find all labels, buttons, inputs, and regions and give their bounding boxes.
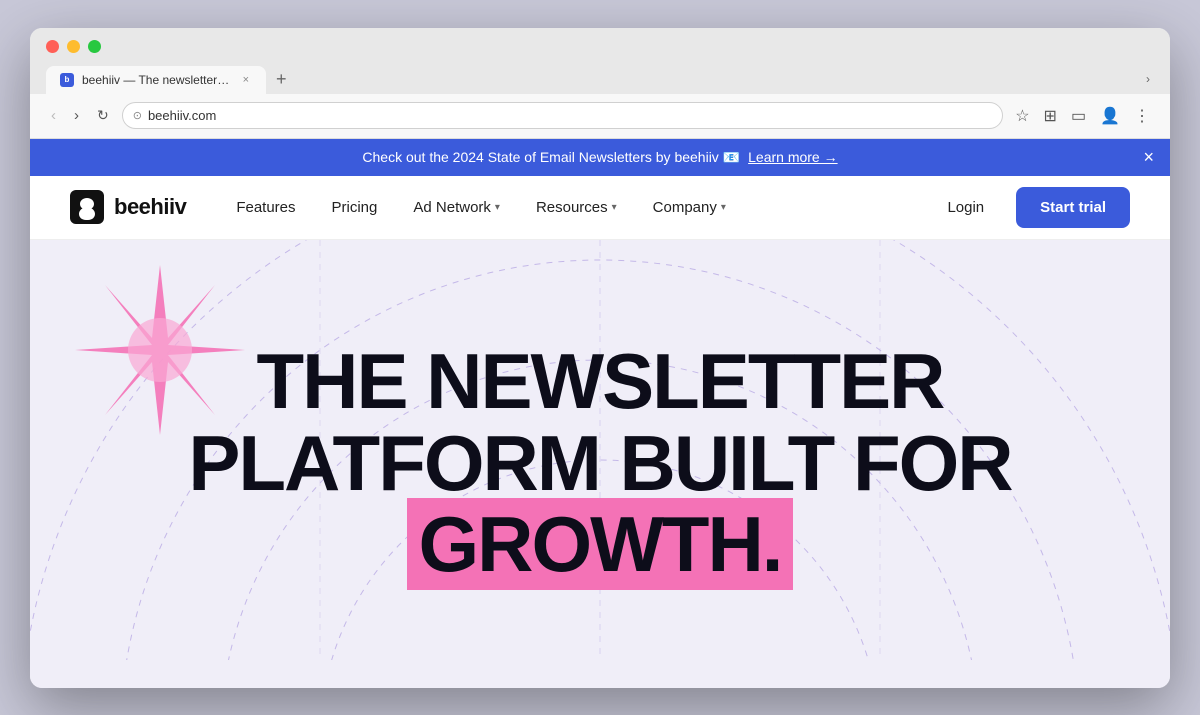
hero-headline: THE NEWSLETTER PLATFORM BUILT FOR GROWTH… [188,341,1011,587]
menu-button[interactable]: ⋮ [1130,102,1154,130]
title-bar: b beehiiv — The newsletter pla… × + › [30,28,1170,94]
browser-window: b beehiiv — The newsletter pla… × + › ‹ … [30,28,1170,688]
main-nav: beehiiv Features Pricing Ad Network ▾ Re… [30,176,1170,240]
tab-title: beehiiv — The newsletter pla… [82,73,232,87]
close-window-button[interactable] [46,40,59,53]
banner-link[interactable]: Learn more → [748,149,837,165]
hero-line1: THE NEWSLETTER [188,341,1011,423]
back-button[interactable]: ‹ [46,104,61,127]
nav-company[interactable]: Company ▾ [635,175,744,239]
hero-section: THE NEWSLETTER PLATFORM BUILT FOR GROWTH… [30,240,1170,688]
bookmark-button[interactable]: ☆ [1011,102,1033,130]
adnetwork-dropdown-arrow: ▾ [495,202,500,213]
logo-text: beehiiv [114,194,186,220]
nav-pricing[interactable]: Pricing [314,175,396,239]
traffic-lights [46,40,1154,53]
active-tab[interactable]: b beehiiv — The newsletter pla… × [46,66,266,94]
new-tab-button[interactable]: + [268,65,295,94]
tab-favicon-icon: b [60,73,74,87]
resources-dropdown-arrow: ▾ [612,202,617,213]
hero-line3: GROWTH. [188,504,1011,586]
tab-close-button[interactable]: × [240,73,252,87]
address-bar-row: ‹ › ↻ ⊙ beehiiv.com ☆ ⊞ ▭ 👤 ⋮ [30,94,1170,139]
tabs-expand-button[interactable]: › [1142,68,1154,90]
address-text: beehiiv.com [148,108,216,123]
lock-icon: ⊙ [133,109,142,122]
maximize-window-button[interactable] [88,40,101,53]
beehiiv-logo-icon [70,190,104,224]
extensions-button[interactable]: ⊞ [1040,102,1061,130]
start-trial-button[interactable]: Start trial [1016,187,1130,228]
nav-resources[interactable]: Resources ▾ [518,175,635,239]
profile-button[interactable]: 👤 [1096,102,1124,130]
nav-features[interactable]: Features [218,175,313,239]
website-content: Check out the 2024 State of Email Newsle… [30,139,1170,688]
banner-close-button[interactable]: × [1143,148,1154,166]
sidebar-button[interactable]: ▭ [1067,102,1090,130]
minimize-window-button[interactable] [67,40,80,53]
hero-line2: PLATFORM BUILT FOR [188,423,1011,505]
toolbar-icons: ☆ ⊞ ▭ 👤 ⋮ [1011,102,1154,130]
nav-actions: Login Start trial [931,187,1130,228]
nav-adnetwork[interactable]: Ad Network ▾ [395,175,518,239]
hero-content: THE NEWSLETTER PLATFORM BUILT FOR GROWTH… [168,321,1031,607]
address-field[interactable]: ⊙ beehiiv.com [122,102,1003,129]
login-button[interactable]: Login [931,191,1000,224]
hero-highlight: GROWTH. [407,498,794,590]
logo-area[interactable]: beehiiv [70,190,186,224]
company-dropdown-arrow: ▾ [721,202,726,213]
banner-text: Check out the 2024 State of Email Newsle… [362,149,740,166]
tab-bar: b beehiiv — The newsletter pla… × + › [46,65,1154,94]
announcement-banner: Check out the 2024 State of Email Newsle… [30,139,1170,176]
reload-button[interactable]: ↻ [92,104,114,127]
forward-button[interactable]: › [69,104,84,127]
nav-links: Features Pricing Ad Network ▾ Resources … [218,175,931,239]
